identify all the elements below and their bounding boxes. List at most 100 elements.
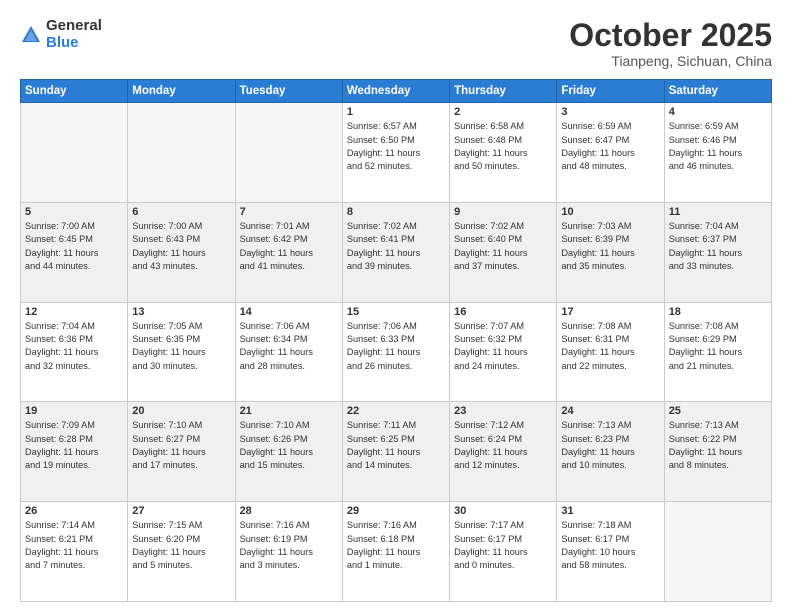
table-row xyxy=(235,103,342,203)
calendar-week-row: 19Sunrise: 7:09 AMSunset: 6:28 PMDayligh… xyxy=(21,402,772,502)
day-info: Sunrise: 7:04 AMSunset: 6:36 PMDaylight:… xyxy=(25,320,123,373)
logo: General Blue xyxy=(20,18,102,51)
day-info: Sunrise: 6:58 AMSunset: 6:48 PMDaylight:… xyxy=(454,120,552,173)
day-info: Sunrise: 7:06 AMSunset: 6:33 PMDaylight:… xyxy=(347,320,445,373)
day-number: 13 xyxy=(132,306,230,318)
calendar-week-row: 26Sunrise: 7:14 AMSunset: 6:21 PMDayligh… xyxy=(21,502,772,602)
day-number: 15 xyxy=(347,306,445,318)
day-number: 22 xyxy=(347,405,445,417)
table-row: 20 Sunrise: 7:10 AMSunset: 6:27 PMDayligh… xyxy=(128,402,235,502)
day-number: 2 xyxy=(454,106,552,118)
day-number: 31 xyxy=(561,505,659,517)
day-info: Sunrise: 7:16 AMSunset: 6:19 PMDaylight:… xyxy=(240,519,338,572)
table-row: 4Sunrise: 6:59 AMSunset: 6:46 PMDaylight… xyxy=(664,103,771,203)
header-sunday: Sunday xyxy=(21,80,128,103)
day-info: Sunrise: 7:16 AMSunset: 6:18 PMDaylight:… xyxy=(347,519,445,572)
day-info: Sunrise: 7:08 AMSunset: 6:29 PMDaylight:… xyxy=(669,320,767,373)
table-row: 23 Sunrise: 7:12 AMSunset: 6:24 PMDayligh… xyxy=(450,402,557,502)
day-info: Sunrise: 7:09 AMSunset: 6:28 PMDaylight:… xyxy=(25,419,123,472)
day-info: Sunrise: 7:11 AMSunset: 6:25 PMDaylight:… xyxy=(347,419,445,472)
table-row: 10 Sunrise: 7:03 AMSunset: 6:39 PMDayligh… xyxy=(557,202,664,302)
day-info: Sunrise: 7:10 AMSunset: 6:27 PMDaylight:… xyxy=(132,419,230,472)
day-number: 17 xyxy=(561,306,659,318)
table-row: 13Sunrise: 7:05 AMSunset: 6:35 PMDayligh… xyxy=(128,302,235,402)
day-number: 3 xyxy=(561,106,659,118)
day-info: Sunrise: 7:02 AMSunset: 6:40 PMDaylight:… xyxy=(454,220,552,273)
day-number: 12 xyxy=(25,306,123,318)
table-row: 18Sunrise: 7:08 AMSunset: 6:29 PMDayligh… xyxy=(664,302,771,402)
day-info: Sunrise: 7:06 AMSunset: 6:34 PMDaylight:… xyxy=(240,320,338,373)
day-number: 21 xyxy=(240,405,338,417)
table-row: 7 Sunrise: 7:01 AMSunset: 6:42 PMDaylight… xyxy=(235,202,342,302)
table-row: 29 Sunrise: 7:16 AMSunset: 6:18 PMDayligh… xyxy=(342,502,449,602)
day-number: 11 xyxy=(669,206,767,218)
page-header: General Blue October 2025 Tianpeng, Sich… xyxy=(20,18,772,69)
day-number: 29 xyxy=(347,505,445,517)
table-row: 15 Sunrise: 7:06 AMSunset: 6:33 PMDayligh… xyxy=(342,302,449,402)
table-row: 30 Sunrise: 7:17 AMSunset: 6:17 PMDayligh… xyxy=(450,502,557,602)
table-row: 14Sunrise: 7:06 AMSunset: 6:34 PMDayligh… xyxy=(235,302,342,402)
day-info: Sunrise: 7:15 AMSunset: 6:20 PMDaylight:… xyxy=(132,519,230,572)
table-row: 26Sunrise: 7:14 AMSunset: 6:21 PMDayligh… xyxy=(21,502,128,602)
table-row: 1Sunrise: 6:57 AMSunset: 6:50 PMDaylight… xyxy=(342,103,449,203)
table-row xyxy=(664,502,771,602)
weekday-header-row: Sunday Monday Tuesday Wednesday Thursday… xyxy=(21,80,772,103)
table-row xyxy=(21,103,128,203)
day-number: 27 xyxy=(132,505,230,517)
day-info: Sunrise: 7:00 AMSunset: 6:43 PMDaylight:… xyxy=(132,220,230,273)
location: Tianpeng, Sichuan, China xyxy=(569,53,772,69)
day-info: Sunrise: 7:17 AMSunset: 6:17 PMDaylight:… xyxy=(454,519,552,572)
header-wednesday: Wednesday xyxy=(342,80,449,103)
month-title: October 2025 xyxy=(569,18,772,53)
day-info: Sunrise: 7:13 AMSunset: 6:23 PMDaylight:… xyxy=(561,419,659,472)
day-info: Sunrise: 7:00 AMSunset: 6:45 PMDaylight:… xyxy=(25,220,123,273)
logo-blue-text: Blue xyxy=(46,35,102,52)
table-row: 2 Sunrise: 6:58 AMSunset: 6:48 PMDaylight… xyxy=(450,103,557,203)
day-number: 10 xyxy=(561,206,659,218)
day-number: 28 xyxy=(240,505,338,517)
day-number: 20 xyxy=(132,405,230,417)
day-info: Sunrise: 7:13 AMSunset: 6:22 PMDaylight:… xyxy=(669,419,767,472)
day-number: 5 xyxy=(25,206,123,218)
calendar-week-row: 1Sunrise: 6:57 AMSunset: 6:50 PMDaylight… xyxy=(21,103,772,203)
table-row: 28 Sunrise: 7:16 AMSunset: 6:19 PMDayligh… xyxy=(235,502,342,602)
table-row: 12 Sunrise: 7:04 AMSunset: 6:36 PMDayligh… xyxy=(21,302,128,402)
header-tuesday: Tuesday xyxy=(235,80,342,103)
day-number: 16 xyxy=(454,306,552,318)
table-row: 27 Sunrise: 7:15 AMSunset: 6:20 PMDayligh… xyxy=(128,502,235,602)
table-row: 24 Sunrise: 7:13 AMSunset: 6:23 PMDayligh… xyxy=(557,402,664,502)
logo-icon xyxy=(20,24,42,46)
table-row: 9 Sunrise: 7:02 AMSunset: 6:40 PMDaylight… xyxy=(450,202,557,302)
day-number: 9 xyxy=(454,206,552,218)
day-info: Sunrise: 7:04 AMSunset: 6:37 PMDaylight:… xyxy=(669,220,767,273)
logo-general-text: General xyxy=(46,18,102,35)
table-row: 31 Sunrise: 7:18 AMSunset: 6:17 PMDayligh… xyxy=(557,502,664,602)
table-row: 22 Sunrise: 7:11 AMSunset: 6:25 PMDayligh… xyxy=(342,402,449,502)
day-number: 7 xyxy=(240,206,338,218)
table-row xyxy=(128,103,235,203)
day-info: Sunrise: 6:57 AMSunset: 6:50 PMDaylight:… xyxy=(347,120,445,173)
header-thursday: Thursday xyxy=(450,80,557,103)
table-row: 21Sunrise: 7:10 AMSunset: 6:26 PMDayligh… xyxy=(235,402,342,502)
day-info: Sunrise: 7:01 AMSunset: 6:42 PMDaylight:… xyxy=(240,220,338,273)
header-monday: Monday xyxy=(128,80,235,103)
day-number: 8 xyxy=(347,206,445,218)
table-row: 11 Sunrise: 7:04 AMSunset: 6:37 PMDayligh… xyxy=(664,202,771,302)
calendar-week-row: 5 Sunrise: 7:00 AMSunset: 6:45 PMDaylight… xyxy=(21,202,772,302)
day-info: Sunrise: 7:03 AMSunset: 6:39 PMDaylight:… xyxy=(561,220,659,273)
table-row: 8Sunrise: 7:02 AMSunset: 6:41 PMDaylight… xyxy=(342,202,449,302)
day-number: 30 xyxy=(454,505,552,517)
title-block: October 2025 Tianpeng, Sichuan, China xyxy=(569,18,772,69)
day-number: 4 xyxy=(669,106,767,118)
day-number: 6 xyxy=(132,206,230,218)
day-number: 24 xyxy=(561,405,659,417)
day-info: Sunrise: 7:12 AMSunset: 6:24 PMDaylight:… xyxy=(454,419,552,472)
table-row: 5 Sunrise: 7:00 AMSunset: 6:45 PMDaylight… xyxy=(21,202,128,302)
table-row: 25 Sunrise: 7:13 AMSunset: 6:22 PMDayligh… xyxy=(664,402,771,502)
table-row: 6 Sunrise: 7:00 AMSunset: 6:43 PMDaylight… xyxy=(128,202,235,302)
day-info: Sunrise: 7:18 AMSunset: 6:17 PMDaylight:… xyxy=(561,519,659,572)
table-row: 3Sunrise: 6:59 AMSunset: 6:47 PMDaylight… xyxy=(557,103,664,203)
header-friday: Friday xyxy=(557,80,664,103)
day-number: 25 xyxy=(669,405,767,417)
day-number: 23 xyxy=(454,405,552,417)
